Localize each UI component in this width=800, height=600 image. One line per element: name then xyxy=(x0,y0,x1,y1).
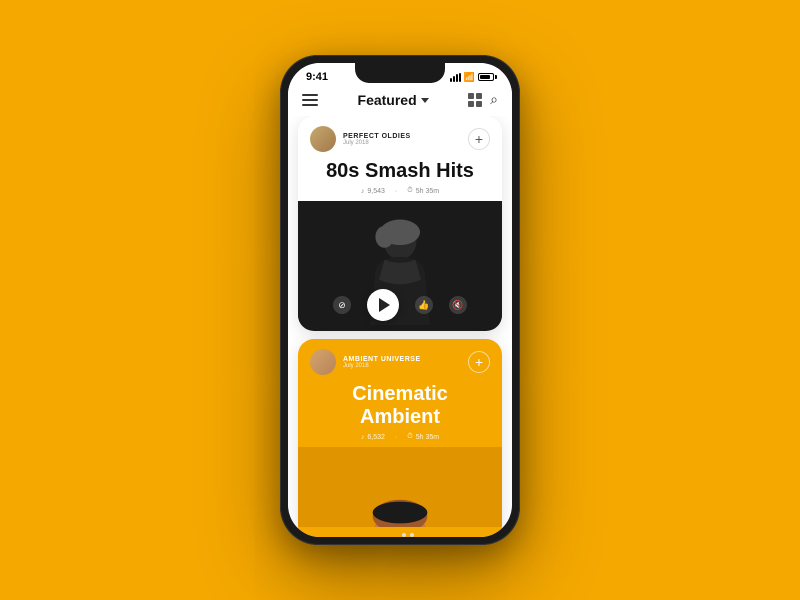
signal-icon xyxy=(450,73,461,82)
header-actions: ⌕ xyxy=(468,91,498,108)
card2-author-name: AMBIENT UNIVERSE xyxy=(343,356,421,363)
header-title-area[interactable]: Featured xyxy=(358,92,429,108)
mute-button[interactable]: 🔇 xyxy=(449,296,467,314)
card2-author-info: AMBIENT UNIVERSE July 2018 xyxy=(343,356,421,369)
dot-2 xyxy=(402,533,406,537)
like-button[interactable]: 👍 xyxy=(415,296,433,314)
card2-duration-stat: ⏱ 5h 35m xyxy=(407,433,439,441)
phone-container: 9:41 📶 Feature xyxy=(280,55,520,545)
wifi-icon: 📶 xyxy=(464,72,475,83)
card2-stats: ♪ 6,532 · ⏱ 5h 35m xyxy=(298,433,502,447)
like-icon: 👍 xyxy=(418,300,429,311)
app-header: Featured ⌕ xyxy=(288,85,512,116)
stat-separator: · xyxy=(395,188,397,195)
card1-author-date: July 2018 xyxy=(343,140,411,146)
mute-icon: 🔇 xyxy=(452,300,463,311)
card1-add-button[interactable]: + xyxy=(468,128,490,150)
status-icons: 📶 xyxy=(450,72,494,83)
card2-person-silhouette xyxy=(298,447,502,527)
play-triangle-icon xyxy=(379,298,390,312)
search-button[interactable]: ⌕ xyxy=(490,91,498,108)
card2-stat-separator: · xyxy=(395,434,397,441)
scroll-content: PERFECT OLDIES July 2018 + 80s Smash Hit… xyxy=(288,116,512,537)
card1-stats: ♪ 9,543 · ⏱ 5h 35m xyxy=(298,187,502,201)
card1-avatar xyxy=(310,126,336,152)
card2-header: AMBIENT UNIVERSE July 2018 + xyxy=(298,339,502,381)
card2-followers-icon: ♪ xyxy=(361,434,365,441)
status-time: 9:41 xyxy=(306,71,328,83)
card2-add-button[interactable]: + xyxy=(468,351,490,373)
card2-title: Cinematic Ambient xyxy=(298,381,502,433)
card2-avatar xyxy=(310,349,336,375)
hamburger-menu-button[interactable] xyxy=(302,94,318,106)
grid-view-icon[interactable] xyxy=(468,93,482,107)
card1-author-name: PERFECT OLDIES xyxy=(343,133,411,140)
card2-followers-count: 6,532 xyxy=(367,434,385,441)
play-controls: ⊘ 👍 🔇 xyxy=(298,289,502,321)
card2-clock-icon: ⏱ xyxy=(407,433,412,441)
battery-icon xyxy=(478,73,494,81)
card-cinematic-ambient: AMBIENT UNIVERSE July 2018 + Cinematic A… xyxy=(298,339,502,537)
card-80s-smash-hits: PERFECT OLDIES July 2018 + 80s Smash Hit… xyxy=(298,116,502,331)
card2-author-date: July 2018 xyxy=(343,363,421,369)
dot-1 xyxy=(386,533,398,537)
phone-screen: 9:41 📶 Feature xyxy=(288,63,512,537)
notch xyxy=(355,63,445,83)
card2-add-icon: + xyxy=(475,355,483,369)
card1-image: ⊘ 👍 🔇 xyxy=(298,201,502,331)
card2-duration: 5h 35m xyxy=(416,434,439,441)
followers-icon: ♪ xyxy=(361,188,365,195)
card2-author: AMBIENT UNIVERSE July 2018 xyxy=(310,349,421,375)
play-button[interactable] xyxy=(367,289,399,321)
card1-followers-count: 9,543 xyxy=(367,188,385,195)
card2-followers-stat: ♪ 6,532 xyxy=(361,434,385,441)
dot-3 xyxy=(410,533,414,537)
card1-followers-stat: ♪ 9,543 xyxy=(361,188,385,195)
card1-author: PERFECT OLDIES July 2018 xyxy=(310,126,411,152)
chevron-down-icon xyxy=(421,98,429,103)
ban-button[interactable]: ⊘ xyxy=(333,296,351,314)
card2-image xyxy=(298,447,502,527)
card1-title: 80s Smash Hits xyxy=(298,158,502,187)
card1-header: PERFECT OLDIES July 2018 + xyxy=(298,116,502,158)
slide-indicator xyxy=(298,527,502,537)
ban-icon: ⊘ xyxy=(338,300,346,311)
clock-icon: ⏱ xyxy=(407,187,412,195)
card1-add-icon: + xyxy=(475,132,483,146)
card1-duration: 5h 35m xyxy=(416,188,439,195)
card1-duration-stat: ⏱ 5h 35m xyxy=(407,187,439,195)
card1-author-info: PERFECT OLDIES July 2018 xyxy=(343,133,411,146)
header-title-text: Featured xyxy=(358,92,417,108)
